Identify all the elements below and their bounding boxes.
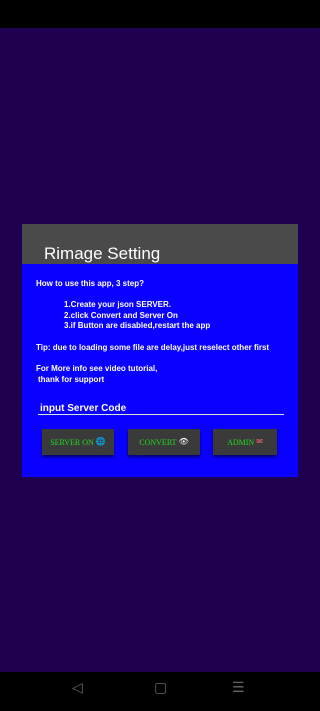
globe-icon: 🌐 (95, 437, 106, 446)
step-3-text: 3.if Button are disabled,restart the app (64, 321, 211, 330)
status-bar (0, 0, 320, 28)
server-on-button[interactable]: SERVER ON 🌐 (42, 429, 114, 455)
navigation-bar: ◁ ▢ ☰ (0, 672, 320, 711)
back-icon[interactable]: ◁ (72, 680, 83, 696)
thanks-text: thank for support (38, 375, 105, 384)
info-text: For More info see video tutorial, (36, 364, 158, 373)
step-1-text: 1.Create your json SERVER. (64, 300, 171, 309)
convert-button[interactable]: CONVERT 👁 (128, 429, 200, 455)
server-code-input[interactable] (38, 402, 284, 415)
eye-icon: 👁 (178, 437, 189, 446)
mail-icon: ✉ (256, 437, 263, 446)
dialog-header: Rimage Setting (22, 224, 298, 264)
admin-button[interactable]: ADMIN ✉ (213, 429, 277, 455)
home-icon[interactable]: ▢ (154, 680, 167, 696)
settings-dialog: Rimage Setting How to use this app, 3 st… (22, 224, 298, 477)
admin-label: ADMIN (227, 437, 255, 447)
convert-label: CONVERT (139, 437, 177, 447)
step-2-text: 2.click Convert and Server On (64, 311, 178, 320)
how-to-text: How to use this app, 3 step? (36, 279, 145, 288)
server-on-label: SERVER ON (50, 437, 94, 447)
tip-text: Tip: due to loading some file are delay,… (36, 343, 270, 352)
dialog-title: Rimage Setting (44, 244, 161, 263)
recent-apps-icon[interactable]: ☰ (232, 680, 245, 696)
